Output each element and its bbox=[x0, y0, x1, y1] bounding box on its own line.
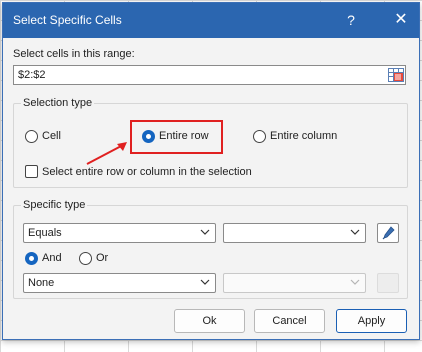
selection-type-title: Selection type bbox=[21, 97, 95, 109]
and-radio[interactable] bbox=[25, 252, 38, 265]
entire-row-column-checkbox-label[interactable]: Select entire row or column in the selec… bbox=[42, 166, 252, 178]
select-specific-cells-dialog: Select Specific Cells ? ✕ Select cells i… bbox=[2, 2, 420, 340]
chevron-down-icon bbox=[350, 279, 360, 285]
cancel-button[interactable]: Cancel bbox=[254, 309, 325, 333]
chevron-down-icon bbox=[350, 229, 360, 235]
condition-1-select[interactable]: Equals bbox=[23, 223, 216, 243]
cell-radio-label[interactable]: Cell bbox=[42, 130, 61, 142]
apply-button[interactable]: Apply bbox=[336, 309, 407, 333]
or-radio-label[interactable]: Or bbox=[96, 252, 108, 264]
entire-row-radio[interactable] bbox=[142, 130, 155, 143]
entire-row-radio-label[interactable]: Entire row bbox=[159, 130, 209, 142]
help-button[interactable]: ? bbox=[339, 9, 363, 31]
range-select-icon[interactable] bbox=[388, 67, 404, 83]
entire-column-radio[interactable] bbox=[253, 130, 266, 143]
value-2-select[interactable] bbox=[223, 273, 366, 293]
condition-2-select[interactable]: None bbox=[23, 273, 216, 293]
condition-1-value: Equals bbox=[28, 227, 62, 239]
or-radio[interactable] bbox=[79, 252, 92, 265]
range-label: Select cells in this range: bbox=[13, 48, 135, 60]
entire-row-column-checkbox[interactable] bbox=[25, 165, 38, 178]
cell-radio[interactable] bbox=[25, 130, 38, 143]
chevron-down-icon bbox=[200, 229, 210, 235]
specific-type-title: Specific type bbox=[21, 199, 88, 211]
and-radio-label[interactable]: And bbox=[42, 252, 62, 264]
eyedropper-button-disabled[interactable] bbox=[377, 273, 399, 293]
entire-column-radio-label[interactable]: Entire column bbox=[270, 130, 337, 142]
dialog-title: Select Specific Cells bbox=[13, 13, 122, 27]
chevron-down-icon bbox=[200, 279, 210, 285]
eyedropper-icon bbox=[382, 226, 395, 240]
red-arrow-annotation bbox=[86, 142, 127, 165]
ok-button[interactable]: Ok bbox=[174, 309, 245, 333]
range-input[interactable]: $2:$2 bbox=[13, 65, 406, 85]
close-button[interactable]: ✕ bbox=[389, 9, 413, 31]
condition-2-value: None bbox=[28, 277, 55, 289]
title-bar: Select Specific Cells ? ✕ bbox=[3, 3, 419, 38]
eyedropper-button[interactable] bbox=[377, 223, 399, 243]
value-1-select[interactable] bbox=[223, 223, 366, 243]
